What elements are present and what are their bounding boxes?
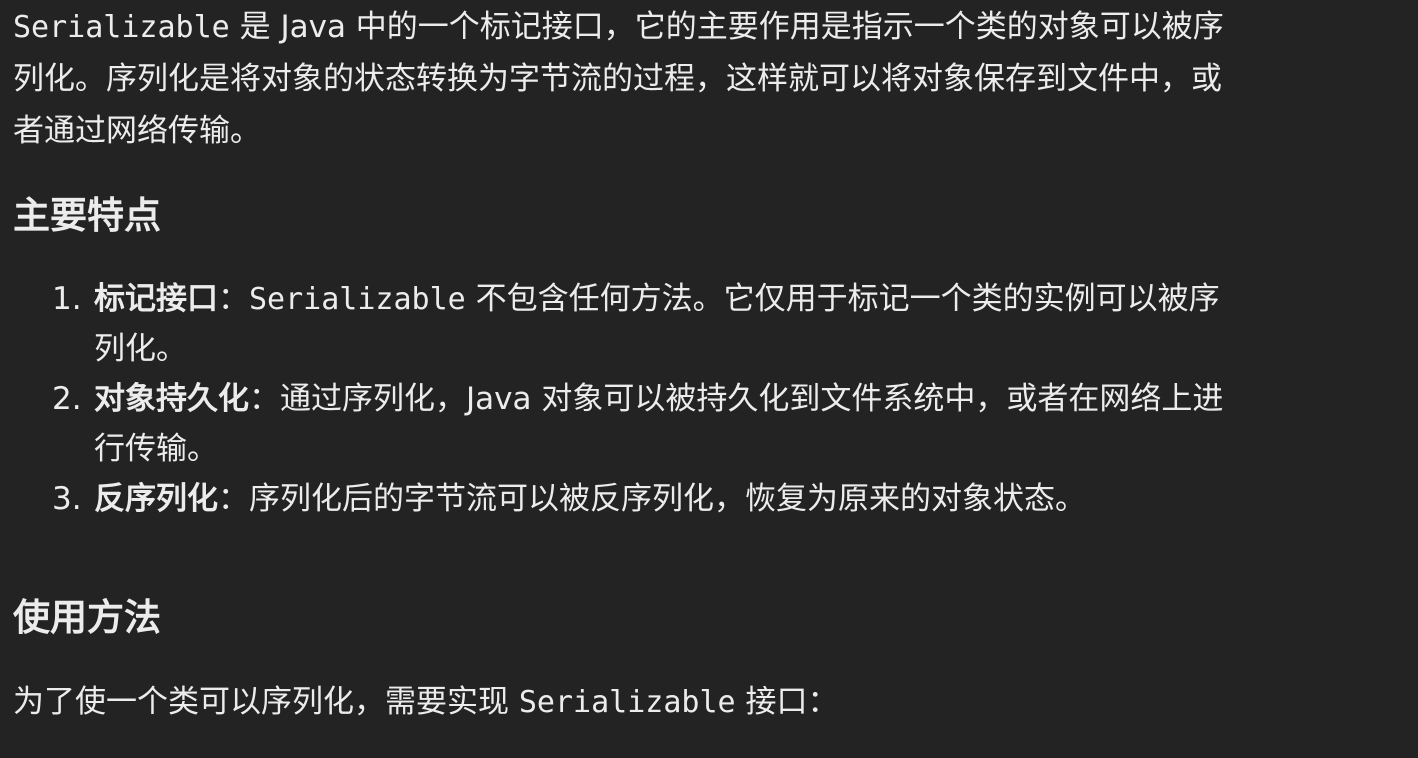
inline-code-serializable: Serializable (518, 685, 736, 720)
list-item-term: 反序列化 (94, 481, 218, 517)
usage-text-before: 为了使一个类可以序列化，需要实现 (13, 684, 519, 720)
list-item-line-1: 标记接口：Serializable 不包含任何方法。它仅用于标记一个类的实例可以… (94, 273, 1220, 326)
list-number: 3. (52, 481, 82, 517)
list-item-line-2: 行传输。 (94, 431, 218, 467)
intro-line-3: 者通过网络传输。 (13, 113, 261, 149)
inline-code-serializable: Serializable (13, 10, 230, 45)
section-heading-features: 主要特点 (13, 194, 161, 237)
inline-code-serializable: Serializable (249, 282, 466, 317)
list-item-text: 通过序列化，Java 对象可以被持久化到文件系统中，或者在网络上进 (280, 381, 1224, 417)
intro-line-1-text: 是 Java 中的一个标记接口，它的主要作用是指示一个类的对象可以被序 (229, 9, 1224, 45)
list-item-line-2: 列化。 (94, 331, 187, 367)
list-item-term: 对象持久化 (94, 381, 249, 417)
list-item-term: 标记接口 (94, 281, 218, 317)
list-item-line-1: 对象持久化：通过序列化，Java 对象可以被持久化到文件系统中，或者在网络上进 (94, 373, 1223, 425)
list-item-text: 序列化后的字节流可以被反序列化，恢复为原来的对象状态。 (249, 481, 1086, 517)
list-item-separator: ： (218, 481, 249, 517)
usage-paragraph: 为了使一个类可以序列化，需要实现 Serializable 接口： (13, 676, 838, 729)
document: Serializable 是 Java 中的一个标记接口，它的主要作用是指示一个… (0, 0, 1418, 758)
intro-line-2: 列化。序列化是将对象的状态转换为字节流的过程，这样就可以将对象保存到文件中，或 (13, 61, 1222, 97)
intro-line-1: Serializable 是 Java 中的一个标记接口，它的主要作用是指示一个… (13, 1, 1224, 54)
list-item-line-1: 反序列化：序列化后的字节流可以被反序列化，恢复为原来的对象状态。 (94, 473, 1086, 525)
list-item-separator: ： (218, 281, 249, 317)
list-item-text: 不包含任何方法。它仅用于标记一个类的实例可以被序 (465, 281, 1220, 317)
usage-text-after: 接口： (735, 684, 839, 720)
list-item-separator: ： (249, 381, 280, 417)
list-number: 1. (52, 281, 82, 317)
list-number: 2. (52, 381, 82, 417)
section-heading-usage: 使用方法 (13, 596, 161, 639)
